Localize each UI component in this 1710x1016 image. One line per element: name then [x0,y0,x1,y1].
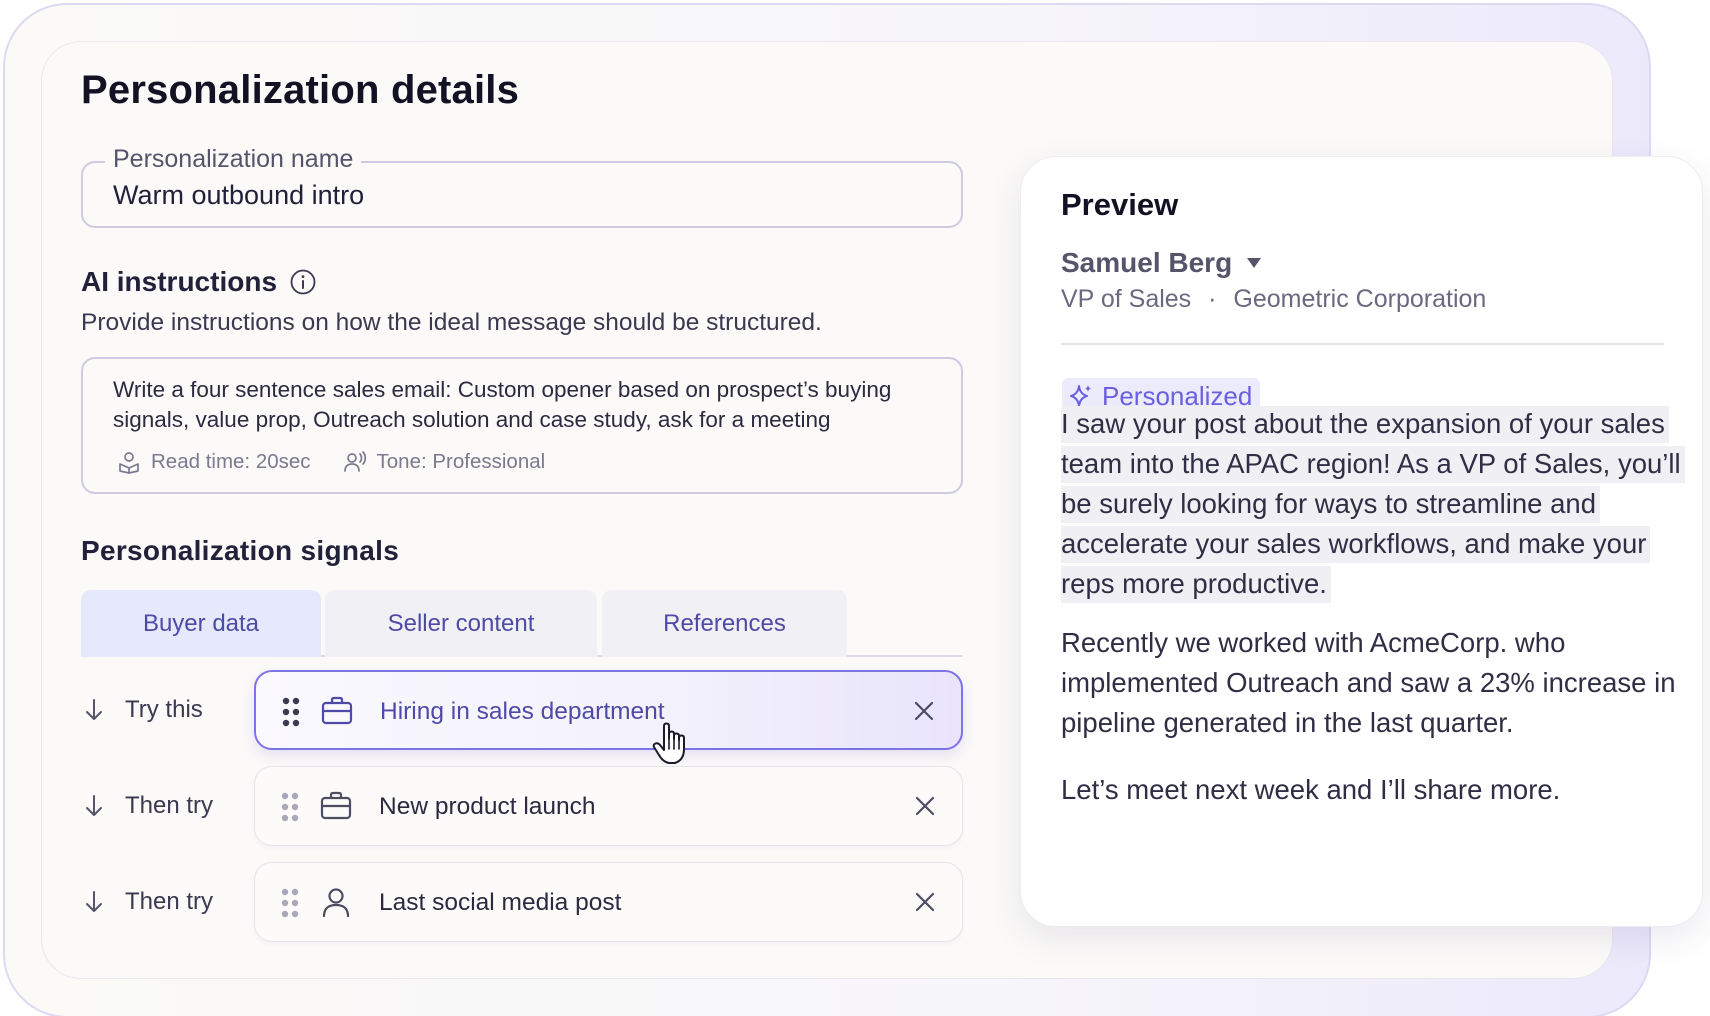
contact-role-line: VP of Sales · Geometric Corporation [1061,285,1486,314]
signal-card-social-post[interactable]: Last social media post [254,862,963,942]
instructions-meta: Read time: 20sec Tone: Professional [117,450,545,474]
tab-references[interactable]: References [602,590,847,657]
role-separator: · [1208,285,1217,313]
close-icon[interactable] [912,793,938,819]
page-title: Personalization details [81,68,520,112]
personalization-name-value: Warm outbound intro [113,180,365,210]
caret-down-icon [1247,258,1262,268]
personalization-name-field[interactable]: Personalization name Warm outbound intro [81,145,963,228]
personalization-name-label: Personalization name [105,145,362,174]
ai-instructions-heading: AI instructions [81,266,317,298]
tone: Tone: Professional [343,450,546,474]
message-closing: Let’s meet next week and I’ll share more… [1061,774,1561,805]
arrow-down-icon [86,699,102,720]
signal-label: New product launch [379,793,596,820]
contact-name: Samuel Berg [1061,247,1233,278]
signal-row: Then try New product launch [81,766,963,846]
hand-cursor-icon [652,722,685,764]
signal-label: Last social media post [379,889,622,916]
drag-handle-icon[interactable] [281,791,299,823]
message-personalized-paragraph: I saw your post about the expansion of y… [1061,404,1685,604]
personalized-text: I saw your post about the expansion of y… [1061,406,1685,603]
drag-handle-icon[interactable] [282,696,300,728]
briefcase-icon [320,791,352,820]
signal-step: Then try [81,862,213,942]
arrow-down-icon [86,891,102,912]
ai-instructions-input[interactable]: Write a four sentence sales email: Custo… [81,357,963,494]
signal-step: Then try [81,766,213,846]
ai-instructions-text: Write a four sentence sales email: Custo… [113,377,892,432]
person-icon [322,888,350,918]
arrow-down-icon [86,795,102,816]
signal-step: Try this [81,670,203,750]
tone-label: Tone: Professional [376,450,546,473]
drag-handle-icon[interactable] [281,887,299,919]
signal-label: Hiring in sales department [380,698,665,725]
signal-card-product-launch[interactable]: New product launch [254,766,963,846]
signal-row: Try this Hiring in sales department [81,670,963,750]
close-icon[interactable] [911,698,937,724]
signal-card-hiring[interactable]: Hiring in sales department [254,670,963,750]
signal-row: Then try Last social media post [81,862,963,942]
contact-role: VP of Sales [1061,285,1192,313]
preview-title: Preview [1061,187,1179,222]
contact-selector[interactable]: Samuel Berg [1061,247,1262,279]
message-paragraph: Recently we worked with AcmeCorp. who im… [1061,627,1676,738]
preview-card: Preview Samuel Berg VP of Sales · Geomet… [1020,156,1703,927]
read-time-label: Read time: 20sec [151,450,311,473]
divider [1061,343,1664,345]
signal-step-label: Then try [125,792,214,819]
ai-instructions-title: AI instructions [81,266,278,297]
tab-buyer-data[interactable]: Buyer data [81,590,321,657]
signal-step-label: Try this [125,696,203,723]
speaking-person-icon [343,451,366,472]
contact-company: Geometric Corporation [1233,285,1487,313]
info-icon[interactable] [289,268,317,296]
read-time: Read time: 20sec [117,450,311,474]
reader-icon [119,452,139,474]
briefcase-icon [321,696,353,725]
signal-step-label: Then try [125,888,214,915]
close-icon[interactable] [912,889,938,915]
signal-tabs: Buyer data Seller content References [81,590,963,657]
ai-instructions-subtitle: Provide instructions on how the ideal me… [81,309,822,336]
personalization-signals-title: Personalization signals [81,535,400,566]
tab-seller-content[interactable]: Seller content [325,590,597,657]
